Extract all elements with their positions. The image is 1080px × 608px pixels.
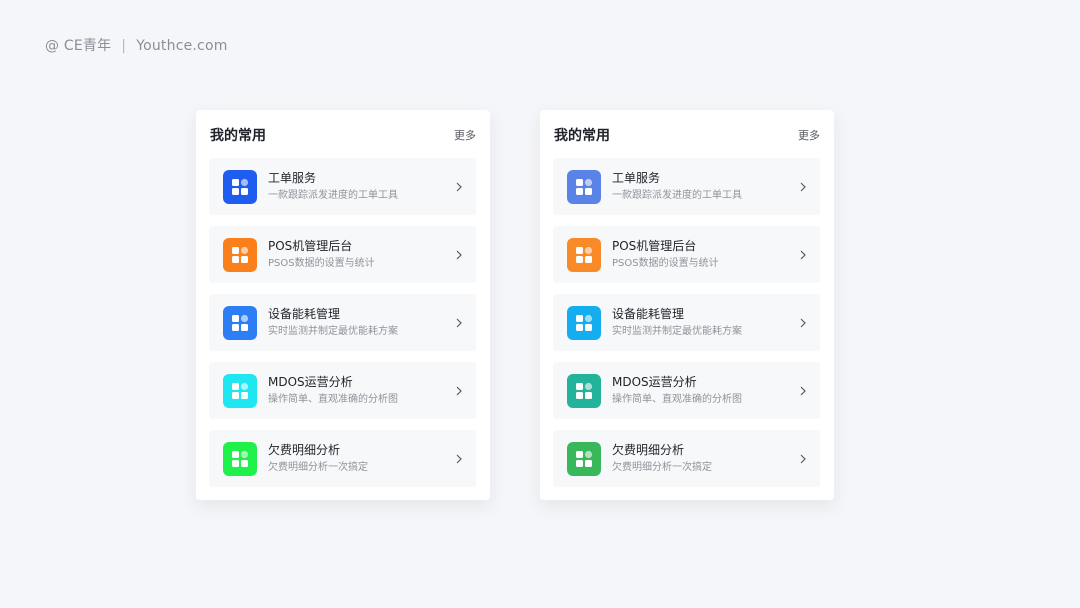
card-header: 我的常用 更多 <box>554 125 820 145</box>
item-title: 工单服务 <box>612 171 661 185</box>
app-grid-icon <box>567 237 601 272</box>
card-header: 我的常用 更多 <box>210 125 476 145</box>
app-grid-icon <box>567 441 601 476</box>
list-item-mdos[interactable]: MDOS运营分析操作简单、直观准确的分析图 <box>209 362 476 419</box>
item-desc: 一款跟踪派发进度的工单工具 <box>612 190 742 201</box>
app-grid-icon <box>223 441 257 476</box>
list-item-work-order[interactable]: 工单服务一款跟踪派发进度的工单工具 <box>553 158 820 215</box>
item-title: 工单服务 <box>268 171 317 185</box>
more-link[interactable]: 更多 <box>798 127 820 143</box>
more-link[interactable]: 更多 <box>454 127 476 143</box>
item-title: 设备能耗管理 <box>612 307 685 321</box>
item-title: POS机管理后台 <box>612 239 697 253</box>
item-title: MDOS运营分析 <box>268 375 353 389</box>
app-grid-icon <box>223 305 257 340</box>
watermark-brand: @ CE青年 <box>45 38 112 54</box>
card-title: 我的常用 <box>554 128 610 144</box>
item-title: POS机管理后台 <box>268 239 353 253</box>
item-desc: 操作简单、直观准确的分析图 <box>268 394 398 405</box>
item-title: 设备能耗管理 <box>268 307 341 321</box>
item-desc: PSOS数据的设置与统计 <box>612 258 719 269</box>
watermark: @ CE青年 | Youthce.com <box>45 35 228 55</box>
list-item-pos-admin[interactable]: POS机管理后台 PSOS数据的设置与统计 <box>553 226 820 283</box>
watermark-site: Youthce.com <box>136 38 228 54</box>
item-desc: PSOS数据的设置与统计 <box>268 258 375 269</box>
list-item-arrears[interactable]: 欠费明细分析欠费明细分析一次搞定 <box>553 430 820 487</box>
item-desc: 实时监测并制定最优能耗方案 <box>268 326 398 337</box>
chevron-right-icon <box>800 250 806 259</box>
item-title: 欠费明细分析 <box>612 443 685 457</box>
app-grid-icon <box>567 373 601 408</box>
item-desc: 操作简单、直观准确的分析图 <box>612 394 742 405</box>
list-item-energy[interactable]: 设备能耗管理实时监测并制定最优能耗方案 <box>209 294 476 351</box>
chevron-right-icon <box>456 454 462 463</box>
watermark-separator: | <box>121 38 127 54</box>
item-title: MDOS运营分析 <box>612 375 697 389</box>
favorites-card-left: 我的常用 更多 工单服务一款跟踪派发进度的工单工具 POS机管理后台 PSOS数据… <box>196 110 490 500</box>
item-desc: 欠费明细分析一次搞定 <box>612 462 712 473</box>
chevron-right-icon <box>456 182 462 191</box>
chevron-right-icon <box>456 386 462 395</box>
list-item-pos-admin[interactable]: POS机管理后台 PSOS数据的设置与统计 <box>209 226 476 283</box>
chevron-right-icon <box>800 318 806 327</box>
app-grid-icon <box>223 237 257 272</box>
list-item-work-order[interactable]: 工单服务一款跟踪派发进度的工单工具 <box>209 158 476 215</box>
item-desc: 实时监测并制定最优能耗方案 <box>612 326 742 337</box>
list-item-mdos[interactable]: MDOS运营分析操作简单、直观准确的分析图 <box>553 362 820 419</box>
app-grid-icon <box>567 169 601 204</box>
app-list: 工单服务一款跟踪派发进度的工单工具 POS机管理后台 PSOS数据的设置与统计 设… <box>553 158 820 498</box>
app-list: 工单服务一款跟踪派发进度的工单工具 POS机管理后台 PSOS数据的设置与统计 设… <box>209 158 476 498</box>
app-grid-icon <box>223 373 257 408</box>
chevron-right-icon <box>456 318 462 327</box>
chevron-right-icon <box>800 182 806 191</box>
item-title: 欠费明细分析 <box>268 443 341 457</box>
chevron-right-icon <box>456 250 462 259</box>
chevron-right-icon <box>800 454 806 463</box>
chevron-right-icon <box>800 386 806 395</box>
card-title: 我的常用 <box>210 128 266 144</box>
list-item-energy[interactable]: 设备能耗管理实时监测并制定最优能耗方案 <box>553 294 820 351</box>
app-grid-icon <box>223 169 257 204</box>
item-desc: 欠费明细分析一次搞定 <box>268 462 368 473</box>
list-item-arrears[interactable]: 欠费明细分析欠费明细分析一次搞定 <box>209 430 476 487</box>
item-desc: 一款跟踪派发进度的工单工具 <box>268 190 398 201</box>
favorites-card-right: 我的常用 更多 工单服务一款跟踪派发进度的工单工具 POS机管理后台 PSOS数据… <box>540 110 834 500</box>
app-grid-icon <box>567 305 601 340</box>
